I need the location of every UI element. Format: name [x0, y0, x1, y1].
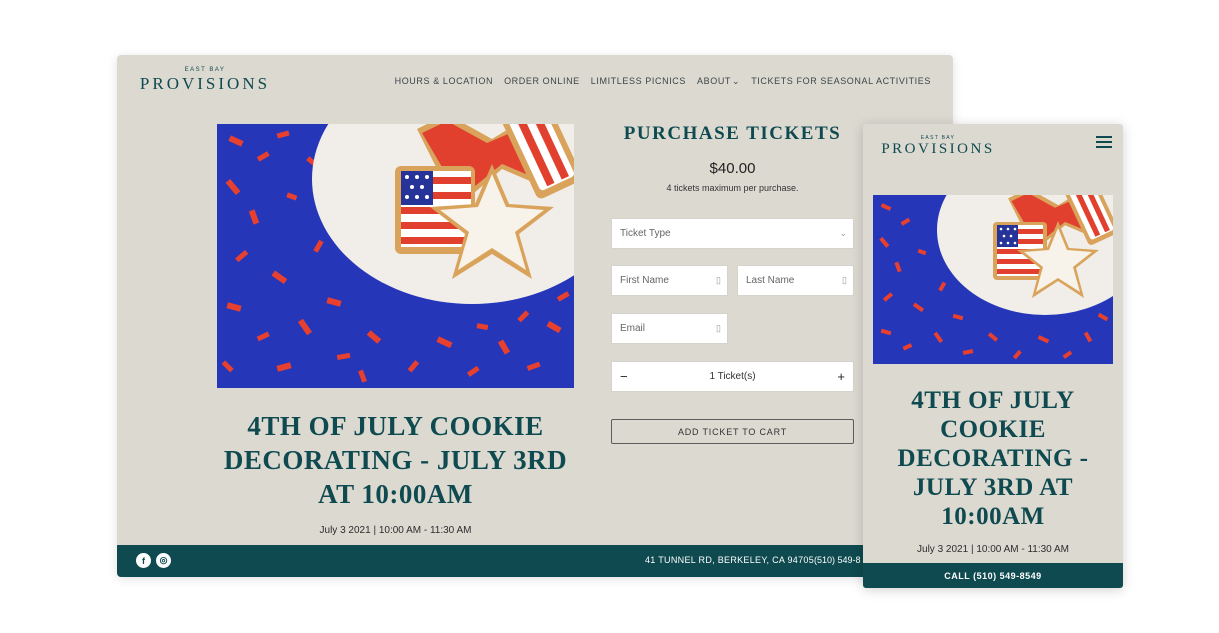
- decrement-button[interactable]: −: [620, 369, 628, 384]
- main-nav: HOURS & LOCATION ORDER ONLINE LIMITLESS …: [395, 76, 931, 87]
- increment-button[interactable]: +: [837, 369, 845, 384]
- nav-item-about[interactable]: ABOUT⌄: [697, 76, 740, 87]
- autofill-icon: ▯: [716, 275, 721, 285]
- site-footer: f ◎ 41 TUNNEL RD, BERKELEY, CA 94705 (51…: [117, 545, 953, 577]
- nav-item-tickets[interactable]: TICKETS FOR SEASONAL ACTIVITIES: [751, 76, 931, 87]
- mobile-brand-logo[interactable]: EAST BAY PROVISIONS: [875, 135, 1001, 158]
- email-field[interactable]: Email ▯: [611, 313, 728, 344]
- desktop-mockup: EAST BAY PROVISIONS HOURS & LOCATION ORD…: [117, 55, 953, 577]
- email-placeholder: Email: [620, 323, 646, 334]
- brand-name: PROVISIONS: [139, 74, 271, 93]
- last-name-field[interactable]: Last Name ▯: [737, 265, 854, 296]
- autofill-icon: ▯: [842, 275, 847, 285]
- instagram-icon[interactable]: ◎: [156, 553, 171, 568]
- add-ticket-to-cart-button[interactable]: ADD TICKET TO CART: [611, 419, 854, 444]
- event-photo: [217, 124, 574, 388]
- quantity-stepper: − 1 Ticket(s) +: [611, 361, 854, 392]
- hamburger-menu-icon[interactable]: [1096, 136, 1112, 149]
- first-name-field[interactable]: First Name ▯: [611, 265, 728, 296]
- purchase-heading: PURCHASE TICKETS: [623, 123, 842, 144]
- mobile-event-title: 4TH OF JULY COOKIE DECORATING - JULY 3RD…: [897, 387, 1089, 530]
- chevron-down-icon: ⌄: [839, 228, 847, 238]
- mobile-event-photo: [873, 195, 1113, 364]
- nav-item-picnics[interactable]: LIMITLESS PICNICS: [591, 76, 686, 87]
- mobile-brand-name: PROVISIONS: [881, 141, 995, 157]
- ticket-limit-note: 4 tickets maximum per purchase.: [666, 183, 799, 193]
- footer-phone[interactable]: (510) 549-8: [814, 555, 861, 565]
- autofill-icon: ▯: [716, 323, 721, 333]
- event-date: July 3 2021 | 10:00 AM - 11:30 AM: [319, 525, 472, 536]
- call-button[interactable]: CALL (510) 549-8549: [863, 563, 1123, 588]
- brand-tagline: EAST BAY: [184, 67, 226, 73]
- mobile-event-date: July 3 2021 | 10:00 AM - 11:30 AM: [917, 544, 1069, 555]
- last-name-placeholder: Last Name: [746, 275, 795, 286]
- nav-item-hours[interactable]: HOURS & LOCATION: [395, 76, 493, 87]
- event-title: 4TH OF JULY COOKIE DECORATING - JULY 3RD…: [223, 411, 568, 509]
- nav-item-about-label: ABOUT: [697, 76, 732, 86]
- ticket-type-placeholder: Ticket Type: [620, 228, 671, 239]
- ticket-price: $40.00: [709, 160, 756, 177]
- footer-address[interactable]: 41 TUNNEL RD, BERKELEY, CA 94705: [645, 555, 814, 565]
- ticket-type-select[interactable]: Ticket Type ⌄: [611, 218, 854, 249]
- mobile-mockup: EAST BAY PROVISIONS 4TH OF JULY COOKIE D…: [863, 124, 1123, 588]
- first-name-placeholder: First Name: [620, 275, 669, 286]
- chevron-down-icon: ⌄: [732, 76, 741, 86]
- facebook-icon[interactable]: f: [136, 553, 151, 568]
- brand-logo[interactable]: EAST BAY PROVISIONS: [137, 67, 273, 94]
- quantity-label: 1 Ticket(s): [709, 371, 756, 382]
- nav-item-order[interactable]: ORDER ONLINE: [504, 76, 580, 87]
